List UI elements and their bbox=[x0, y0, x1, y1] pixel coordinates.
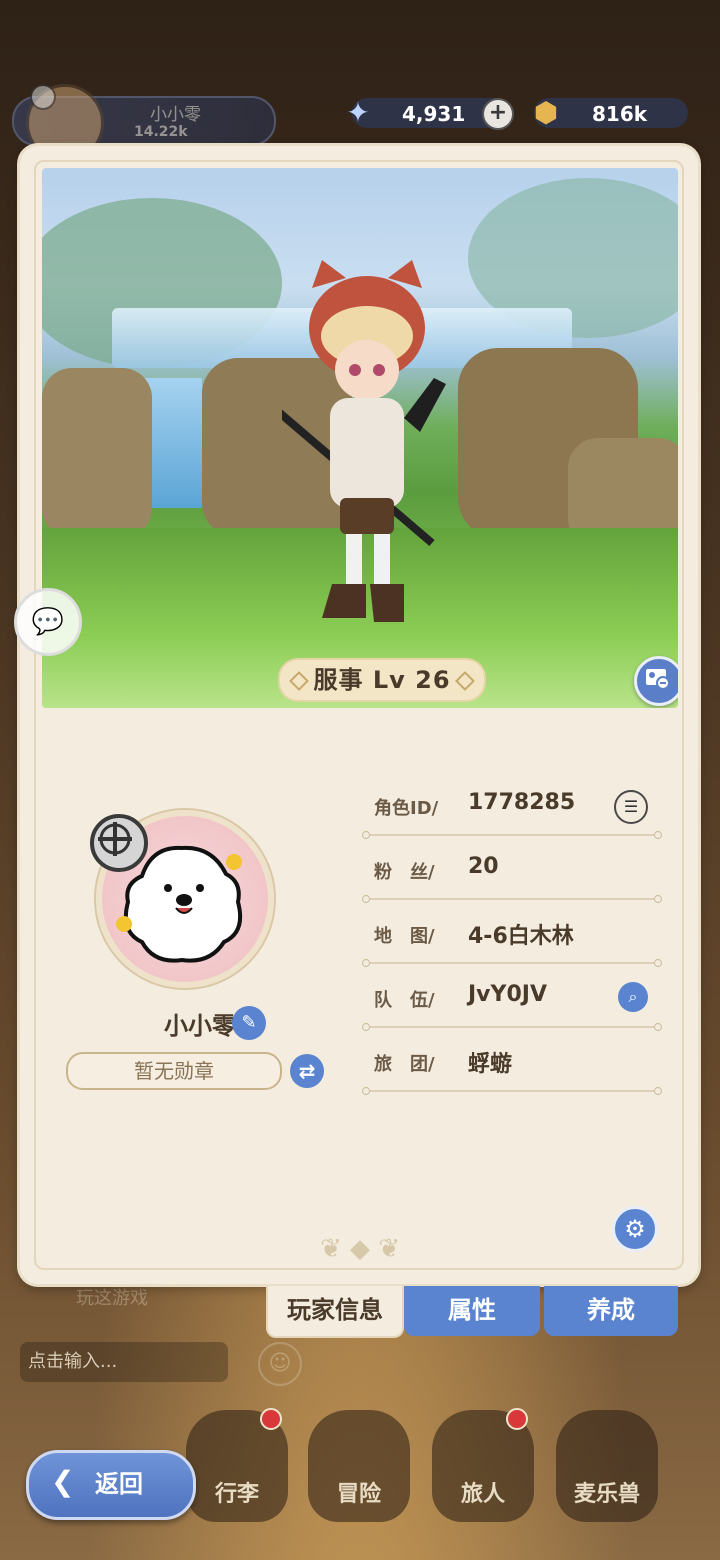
nav-adventure[interactable]: 冒险 bbox=[308, 1410, 410, 1522]
settings-button[interactable]: ⚙ bbox=[612, 1206, 658, 1252]
background-chat-text: 玩这游戏 bbox=[76, 1288, 148, 1309]
star-crystal-icon: ✦ bbox=[346, 95, 370, 129]
id-card-icon bbox=[646, 669, 670, 690]
divider bbox=[362, 1023, 662, 1031]
power-value: 14.22k bbox=[134, 124, 188, 140]
swap-icon: ⇄ bbox=[298, 1059, 316, 1083]
info-label: 角色ID/ bbox=[374, 798, 439, 819]
info-value: 1778285 bbox=[468, 790, 576, 815]
nav-luggage[interactable]: 行李 bbox=[186, 1408, 288, 1522]
player-name: 小小零 bbox=[164, 1012, 236, 1040]
profile-name: 小小零 bbox=[150, 105, 201, 125]
crosshair-badge-icon bbox=[30, 84, 56, 110]
level-text: 服事 Lv 26 bbox=[313, 666, 451, 694]
info-value: 蜉蝣 bbox=[468, 1052, 513, 1077]
crosshair-badge-icon bbox=[90, 814, 148, 872]
nav-label: 行李 bbox=[214, 1482, 259, 1507]
tab-growth[interactable]: 养成 bbox=[544, 1286, 678, 1336]
player-character bbox=[282, 260, 446, 622]
star-currency: ✦ 4,931 + bbox=[346, 96, 514, 130]
diamond-ornament-icon bbox=[289, 671, 309, 691]
info-row-role-id: 角色ID/ 1778285 ☰ bbox=[362, 778, 662, 842]
info-label: 队 伍/ bbox=[374, 990, 435, 1011]
info-label: 粉 丝/ bbox=[374, 862, 435, 883]
back-button[interactable]: ❮ 返回 bbox=[26, 1450, 196, 1520]
gold-currency-value: 816k bbox=[592, 102, 648, 126]
tab-player-info[interactable]: 玩家信息 bbox=[266, 1286, 404, 1338]
divider bbox=[362, 959, 662, 967]
notification-dot bbox=[506, 1408, 528, 1430]
add-currency-button[interactable]: + bbox=[482, 98, 514, 130]
divider bbox=[362, 831, 662, 839]
medal-slot[interactable]: 暂无勋章 bbox=[66, 1052, 282, 1090]
nav-label: 麦乐兽 bbox=[573, 1482, 640, 1507]
divider bbox=[362, 1087, 662, 1095]
copy-icon: ☰ bbox=[623, 797, 639, 816]
divider bbox=[362, 895, 662, 903]
pencil-icon: ✎ bbox=[241, 1012, 257, 1033]
copy-button[interactable]: ☰ bbox=[614, 790, 648, 824]
star-currency-value: 4,931 bbox=[402, 102, 466, 126]
top-bar: 小小零 14.22k ✦ 4,931 + ⬢ 816k bbox=[0, 80, 720, 162]
info-value: 4-6白木林 bbox=[468, 924, 574, 949]
info-value: 20 bbox=[468, 854, 499, 879]
nav-label: 冒险 bbox=[336, 1482, 381, 1507]
diamond-ornament-icon bbox=[455, 671, 475, 691]
player-info-card: 服事 Lv 26 小小零 ✎ 暂无勋章 ⇄ 角色ID/ 1778285 ☰ 粉 … bbox=[20, 146, 698, 1284]
character-scene: 服事 Lv 26 bbox=[42, 168, 678, 708]
info-row-team: 队 伍/ JvY0JV ⌕ bbox=[362, 970, 662, 1034]
info-row-fans: 粉 丝/ 20 bbox=[362, 842, 662, 906]
chat-bubble-icon: 💬 bbox=[31, 607, 65, 637]
level-banner: 服事 Lv 26 bbox=[278, 658, 486, 702]
emoji-icon[interactable]: ☺ bbox=[258, 1342, 302, 1386]
info-row-guild: 旅 团/ 蜉蝣 bbox=[362, 1034, 662, 1098]
back-arrow-icon: ❮ bbox=[51, 1465, 75, 1498]
info-label: 地 图/ bbox=[374, 926, 435, 947]
tab-attributes[interactable]: 属性 bbox=[404, 1286, 540, 1336]
info-label: 旅 团/ bbox=[374, 1054, 435, 1075]
nav-traveler[interactable]: 旅人 bbox=[432, 1408, 534, 1522]
gear-icon: ⚙ bbox=[624, 1215, 646, 1243]
search-team-button[interactable]: ⌕ bbox=[618, 982, 648, 1012]
rock bbox=[42, 368, 152, 538]
gold-coin-icon: ⬢ bbox=[533, 95, 559, 129]
nav-label: 旅人 bbox=[460, 1482, 505, 1507]
search-icon: ⌕ bbox=[628, 987, 638, 1006]
notification-dot bbox=[260, 1408, 282, 1430]
back-label: 返回 bbox=[95, 1470, 143, 1498]
gold-currency: ⬢ 816k bbox=[534, 96, 688, 129]
edit-name-button[interactable]: ✎ bbox=[232, 1006, 266, 1040]
swap-medal-button[interactable]: ⇄ bbox=[290, 1054, 324, 1088]
nav-pet[interactable]: 麦乐兽 bbox=[556, 1410, 658, 1522]
business-card-button[interactable] bbox=[634, 656, 678, 706]
fox-ornament-icon: ❦ ◆ ❦ bbox=[319, 1234, 401, 1264]
info-row-map: 地 图/ 4-6白木林 bbox=[362, 906, 662, 970]
chat-input[interactable]: 点击输入... bbox=[20, 1342, 228, 1382]
info-value: JvY0JV bbox=[468, 982, 547, 1007]
chat-bubble-button[interactable]: 💬 bbox=[14, 588, 82, 656]
